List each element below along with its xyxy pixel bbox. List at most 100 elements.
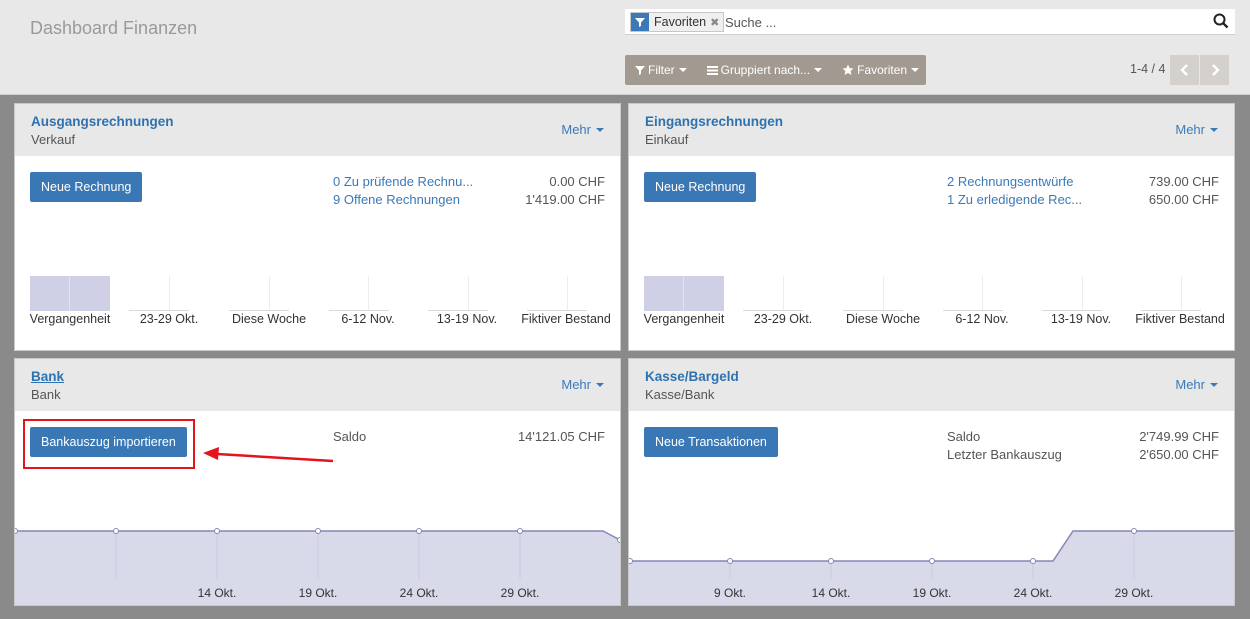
search-facet-label: Favoriten xyxy=(654,15,707,29)
draft-bills-link[interactable]: 2 Rechnungsentwürfe xyxy=(947,174,1073,189)
card-subtitle: Verkauf xyxy=(31,132,76,147)
chart-x-label: 14 Okt. xyxy=(197,586,237,600)
grid-line xyxy=(883,276,884,311)
chart-baseline xyxy=(527,310,587,311)
open-invoices-link[interactable]: 9 Offene Rechnungen xyxy=(333,192,460,207)
journal-card-bank: Bank Bank Mehr Bankauszug importieren Sa… xyxy=(14,358,621,606)
grid-line xyxy=(1082,276,1083,311)
favorites-button-label: Favoriten xyxy=(857,63,908,77)
chart-bar[interactable] xyxy=(30,276,110,311)
more-dropdown[interactable]: Mehr xyxy=(561,122,604,137)
chart-x-label: Fiktiver Bestand xyxy=(521,312,611,326)
bills-to-do-link[interactable]: 1 Zu erledigende Rec... xyxy=(947,192,1082,207)
chart-x-label: 23-29 Okt. xyxy=(139,312,199,326)
grid-line xyxy=(468,276,469,311)
bar-divider xyxy=(69,276,70,311)
chevron-down-icon xyxy=(1210,127,1218,132)
new-transactions-button[interactable]: Neue Transaktionen xyxy=(644,427,778,457)
group-by-button-label: Gruppiert nach... xyxy=(720,63,811,77)
card-subtitle: Bank xyxy=(31,387,61,402)
last-statement-amount: 2'650.00 CHF xyxy=(1139,447,1219,462)
card-header: Bank Bank Mehr xyxy=(15,359,620,411)
chart-baseline xyxy=(843,310,903,311)
pager-value[interactable]: 1-4 / 4 xyxy=(1130,62,1165,76)
chart-x-label: 13-19 Nov. xyxy=(1050,312,1112,326)
invoices-to-check-link[interactable]: 0 Zu prüfende Rechnu... xyxy=(333,174,473,189)
grid-line xyxy=(368,276,369,311)
chart-x-label: 29 Okt. xyxy=(500,586,540,600)
more-dropdown-label: Mehr xyxy=(561,377,591,392)
chart-x-label: Diese Woche xyxy=(231,312,307,326)
grid-line xyxy=(269,276,270,311)
chart-x-label: Vergangenheit xyxy=(643,312,725,326)
search-input[interactable] xyxy=(725,12,1205,32)
new-invoice-button[interactable]: Neue Rechnung xyxy=(30,172,143,202)
filter-icon xyxy=(635,66,645,75)
chart-baseline xyxy=(943,310,1003,311)
more-dropdown-label: Mehr xyxy=(561,122,591,137)
grid-line xyxy=(567,276,568,311)
chart-x-label: 9 Okt. xyxy=(713,586,746,600)
chart-x-label: 6-12 Nov. xyxy=(955,312,1009,326)
grid-line xyxy=(1181,276,1182,311)
annotation-highlight-box xyxy=(23,419,195,469)
journal-card-sales: Ausgangsrechnungen Verkauf Mehr Neue Rec… xyxy=(14,103,621,351)
journal-card-purchase: Eingangsrechnungen Einkauf Mehr Neue Rec… xyxy=(628,103,1235,351)
chart-x-label: 24 Okt. xyxy=(399,586,439,600)
search-icon[interactable] xyxy=(1213,13,1231,31)
group-by-button[interactable]: Gruppiert nach... xyxy=(706,63,823,77)
chart-x-label: 29 Okt. xyxy=(1114,586,1154,600)
last-statement-label: Letzter Bankauszug xyxy=(947,447,1062,462)
more-dropdown[interactable]: Mehr xyxy=(1175,377,1218,392)
chevron-down-icon xyxy=(1210,382,1218,387)
grid-line xyxy=(982,276,983,311)
favorites-button[interactable]: Favoriten xyxy=(842,63,920,77)
journal-card-cash: Kasse/Bargeld Kasse/Bank Mehr Neue Trans… xyxy=(628,358,1235,606)
new-bill-button[interactable]: Neue Rechnung xyxy=(644,172,757,202)
balance-amount: 2'749.99 CHF xyxy=(1139,429,1219,444)
draft-bills-amount: 739.00 CHF xyxy=(1148,174,1219,189)
bar-divider xyxy=(683,276,684,311)
balance-amount: 14'121.05 CHF xyxy=(517,429,605,444)
filter-icon xyxy=(631,13,649,31)
chart-x-label: Fiktiver Bestand xyxy=(1135,312,1225,326)
chevron-down-icon xyxy=(596,127,604,132)
balance-label: Saldo xyxy=(333,429,367,444)
chart-x-label: 19 Okt. xyxy=(912,586,952,600)
annotation-arrow-icon xyxy=(203,447,334,463)
open-invoices-amount: 1'419.00 CHF xyxy=(525,192,605,207)
card-title[interactable]: Kasse/Bargeld xyxy=(645,369,739,384)
chart-baseline xyxy=(329,310,389,311)
search-options: Filter Gruppiert nach... Favoriten xyxy=(625,55,926,85)
more-dropdown[interactable]: Mehr xyxy=(561,377,604,392)
card-title[interactable]: Eingangsrechnungen xyxy=(645,114,783,129)
search-facet[interactable]: Favoriten ✖ xyxy=(630,12,725,32)
control-panel: Dashboard Finanzen Favoriten ✖ Filter Gr… xyxy=(0,0,1250,95)
chart-x-label: 23-29 Okt. xyxy=(753,312,813,326)
grid-line xyxy=(169,276,170,311)
more-dropdown[interactable]: Mehr xyxy=(1175,122,1218,137)
invoices-to-check-amount: 0.00 CHF xyxy=(549,174,605,189)
chart-x-label: 14 Okt. xyxy=(811,586,851,600)
filter-button[interactable]: Filter xyxy=(635,63,687,77)
chart-x-label: 13-19 Nov. xyxy=(436,312,498,326)
card-title[interactable]: Ausgangsrechnungen xyxy=(31,114,174,129)
card-header: Eingangsrechnungen Einkauf Mehr xyxy=(629,104,1234,156)
bills-to-do-amount: 650.00 CHF xyxy=(1148,192,1219,207)
chart-baseline xyxy=(229,310,289,311)
balance-label: Saldo xyxy=(947,429,981,444)
pager-previous-button[interactable] xyxy=(1170,55,1199,85)
remove-facet-icon[interactable]: ✖ xyxy=(710,16,723,29)
chart-baseline xyxy=(1141,310,1201,311)
pager-next-button[interactable] xyxy=(1200,55,1229,85)
search-bar: Favoriten ✖ xyxy=(625,9,1235,35)
chart-bar[interactable] xyxy=(644,276,724,311)
star-icon xyxy=(842,64,854,75)
card-header: Ausgangsrechnungen Verkauf Mehr xyxy=(15,104,620,156)
card-title[interactable]: Bank xyxy=(31,369,64,384)
chart-x-label: 6-12 Nov. xyxy=(341,312,395,326)
more-dropdown-label: Mehr xyxy=(1175,122,1205,137)
chart-x-label: 19 Okt. xyxy=(298,586,338,600)
chart-x-label: Diese Woche xyxy=(845,312,921,326)
card-subtitle: Kasse/Bank xyxy=(645,387,715,402)
